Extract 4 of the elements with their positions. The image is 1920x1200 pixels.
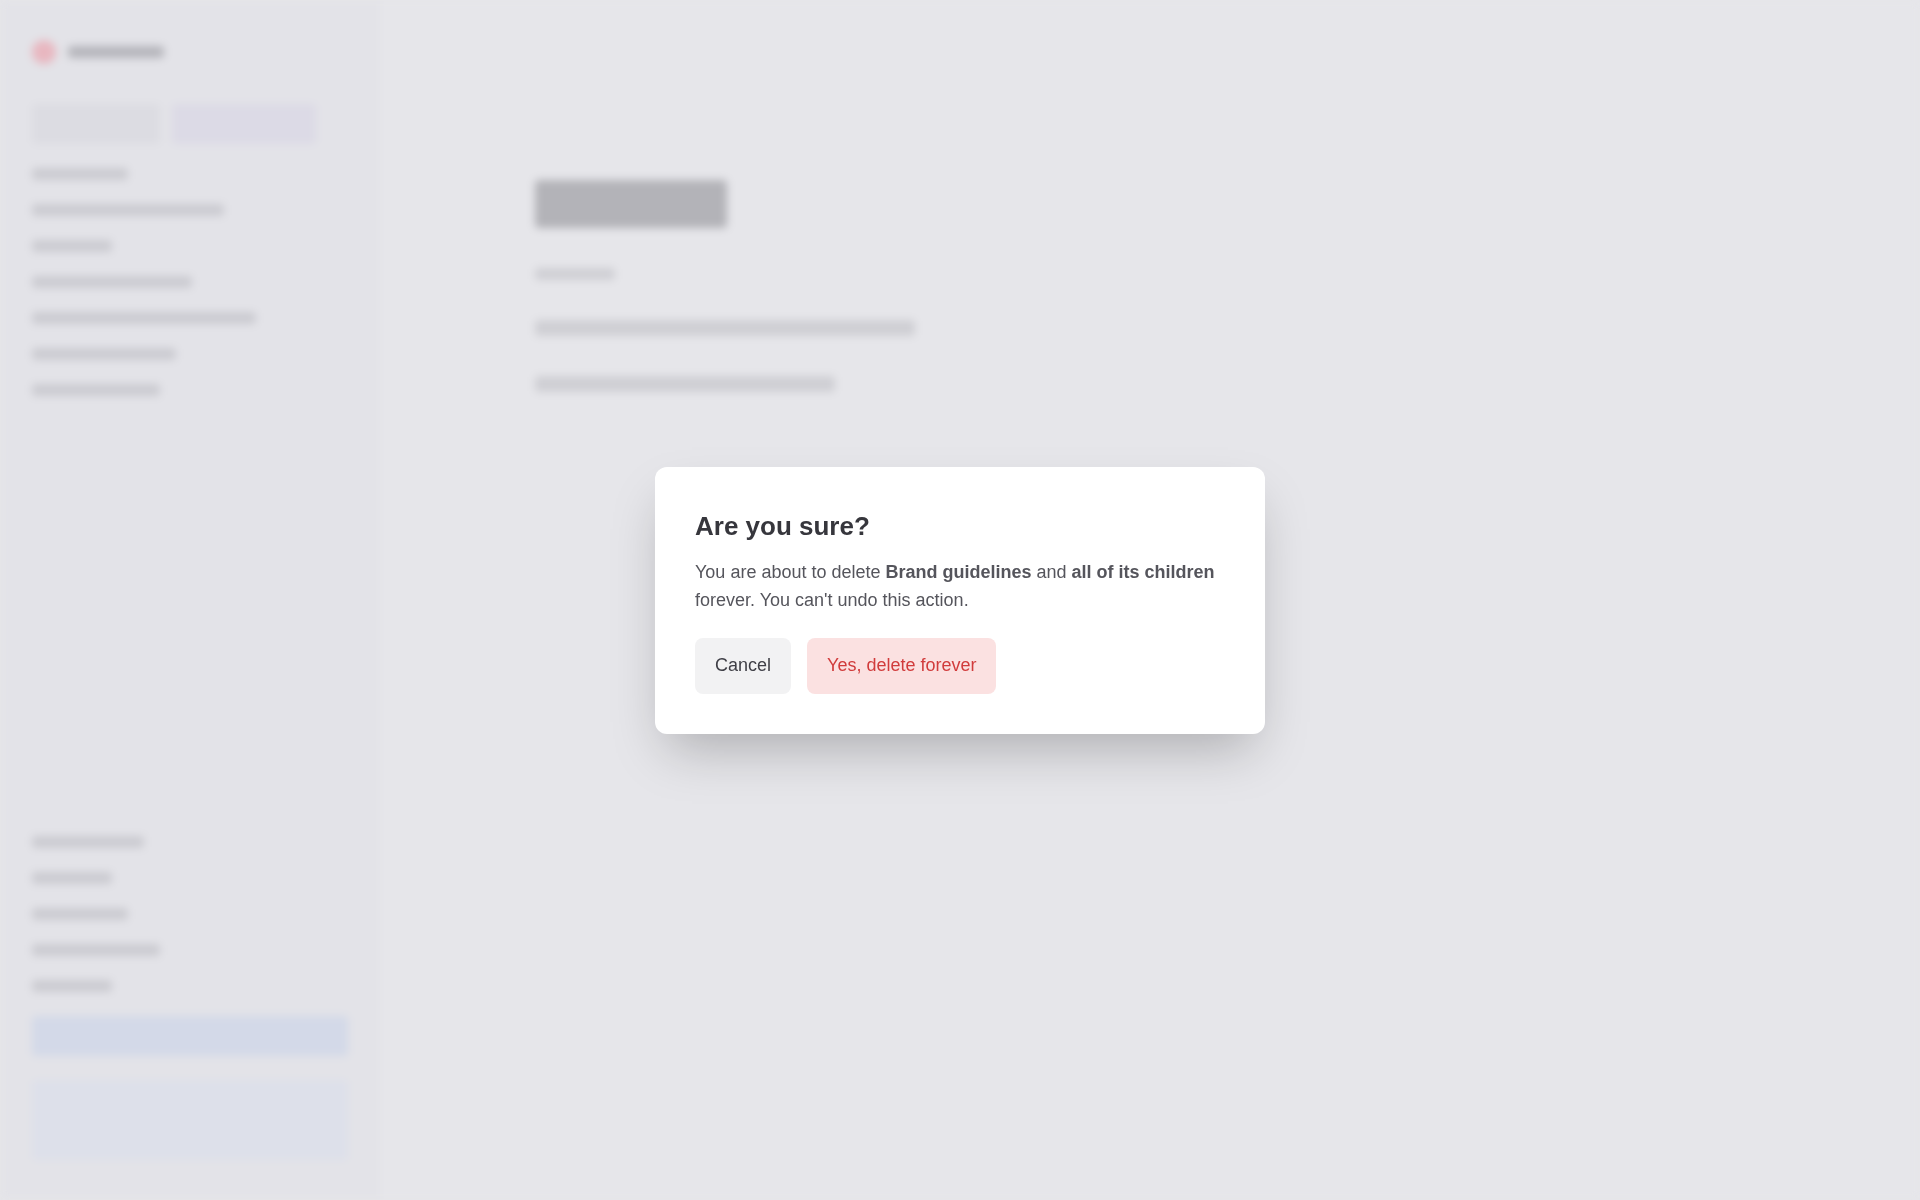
dialog-message: You are about to delete Brand guidelines and all of its children forever. You can't undo this action. [695, 560, 1216, 612]
cancel-button[interactable]: Cancel [695, 637, 792, 694]
delete-button[interactable]: Yes, delete forever [807, 637, 997, 694]
dialog-title: Are you sure? [695, 509, 871, 543]
